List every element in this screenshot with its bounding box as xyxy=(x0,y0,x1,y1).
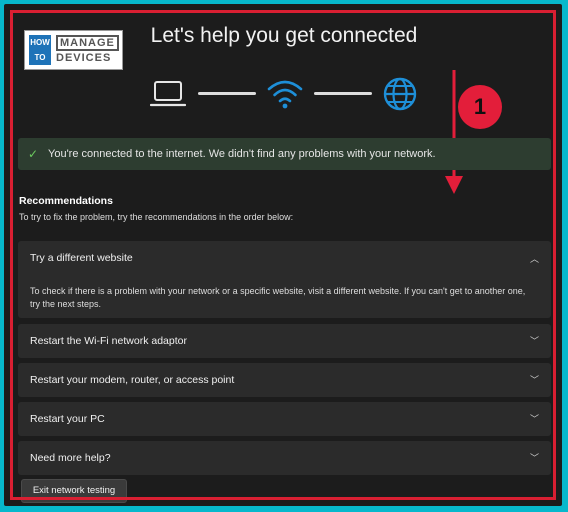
annotation-arrow xyxy=(445,70,463,194)
annotation-badge: 1 xyxy=(458,85,502,129)
chevron-down-icon[interactable]: ﹀ xyxy=(530,373,539,386)
recommendation-label: Restart your PC xyxy=(30,413,105,425)
recommendation-try-different-website[interactable]: Try a different website ︿ To check if th… xyxy=(18,241,551,318)
recommendation-label: Restart the Wi-Fi network adaptor xyxy=(30,335,187,347)
wifi-icon xyxy=(267,80,303,109)
connection-diagram xyxy=(150,76,430,116)
recommendation-need-more-help[interactable]: Need more help? ﹀ xyxy=(18,441,551,475)
recommendation-label: Restart your modem, router, or access po… xyxy=(30,374,235,386)
recommendation-restart-modem-router[interactable]: Restart your modem, router, or access po… xyxy=(18,363,551,397)
laptop-icon xyxy=(150,81,186,107)
recommendation-restart-pc[interactable]: Restart your PC ﹀ xyxy=(18,402,551,436)
recommendation-label: Try a different website xyxy=(30,252,133,264)
recommendation-body: To check if there is a problem with your… xyxy=(30,286,526,309)
chevron-down-icon[interactable]: ﹀ xyxy=(530,451,539,464)
connector-line-left xyxy=(198,92,256,95)
chevron-up-icon[interactable]: ︿ xyxy=(530,252,539,265)
logo-devices-text: DEVICES xyxy=(56,52,112,64)
chevron-down-icon[interactable]: ﹀ xyxy=(530,334,539,347)
exit-network-testing-button[interactable]: Exit network testing xyxy=(21,479,127,503)
recommendation-restart-wifi-adaptor[interactable]: Restart the Wi-Fi network adaptor ﹀ xyxy=(18,324,551,358)
logo-to-text: TO xyxy=(34,53,46,62)
connector-line-right xyxy=(314,92,372,95)
recommendation-label: Need more help? xyxy=(30,452,111,464)
recommendations-heading: Recommendations xyxy=(19,195,113,207)
status-banner: ✓ You're connected to the internet. We d… xyxy=(18,138,551,170)
globe-icon xyxy=(383,77,417,111)
chevron-down-icon[interactable]: ﹀ xyxy=(530,412,539,425)
page-title: Let's help you get connected xyxy=(150,24,418,47)
recommendations-subtext: To try to fix the problem, try the recom… xyxy=(19,212,294,222)
checkmark-icon: ✓ xyxy=(28,147,39,161)
status-message: You're connected to the internet. We did… xyxy=(48,148,436,160)
